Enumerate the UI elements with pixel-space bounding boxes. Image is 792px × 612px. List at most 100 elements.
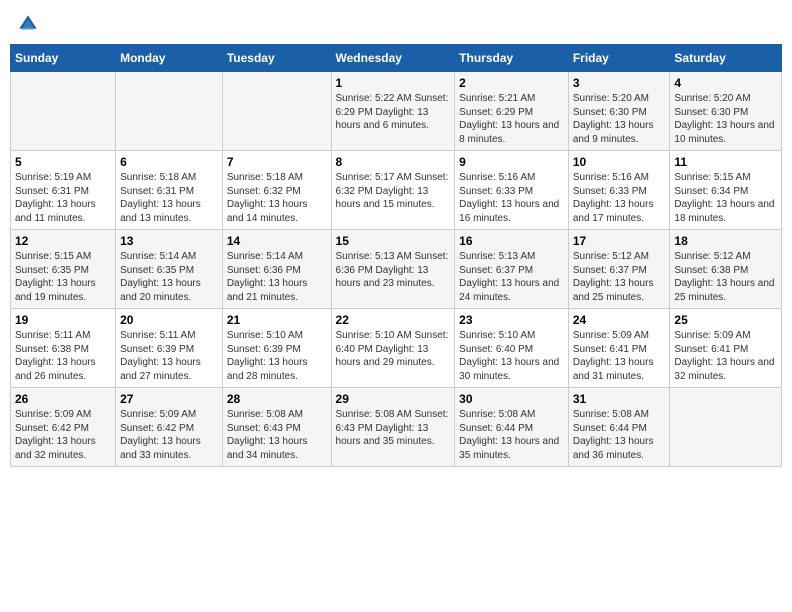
calendar-table: SundayMondayTuesdayWednesdayThursdayFrid…	[10, 44, 782, 467]
calendar-week-4: 19 Sunrise: 5:11 AM Sunset: 6:38 PM Dayli…	[11, 309, 782, 388]
day-number: 21	[227, 313, 327, 327]
day-detail: Sunrise: 5:14 AM Sunset: 6:35 PM Dayligh…	[120, 250, 218, 304]
day-number: 23	[459, 313, 564, 327]
logo-icon	[18, 14, 38, 34]
calendar-week-2: 5Sunrise: 5:19 AM Sunset: 6:31 PM Daylig…	[11, 151, 782, 230]
day-number: 16	[459, 234, 564, 248]
calendar-cell: 10Sunrise: 5:16 AM Sunset: 6:33 PM Dayli…	[568, 151, 670, 230]
day-detail: Sunrise: 5:18 AM Sunset: 6:31 PM Dayligh…	[120, 171, 218, 225]
day-detail: Sunrise: 5:18 AM Sunset: 6:32 PM Dayligh…	[227, 171, 327, 225]
calendar-cell: 22 Sunrise: 5:10 AM Sunset: 6:40 PM Dayli…	[331, 309, 455, 388]
calendar-cell: 23 Sunrise: 5:10 AM Sunset: 6:40 PM Dayli…	[455, 309, 569, 388]
calendar-cell: 16 Sunrise: 5:13 AM Sunset: 6:37 PM Dayli…	[455, 230, 569, 309]
calendar-cell: 18 Sunrise: 5:12 AM Sunset: 6:38 PM Dayli…	[670, 230, 782, 309]
day-detail: Sunrise: 5:08 AM Sunset: 6:43 PM Dayligh…	[336, 408, 451, 449]
day-number: 17	[573, 234, 666, 248]
weekday-header-saturday: Saturday	[670, 45, 782, 72]
day-number: 30	[459, 392, 564, 406]
weekday-header-sunday: Sunday	[11, 45, 116, 72]
day-detail: Sunrise: 5:19 AM Sunset: 6:31 PM Dayligh…	[15, 171, 111, 225]
day-number: 22	[336, 313, 451, 327]
calendar-cell: 25Sunrise: 5:09 AM Sunset: 6:41 PM Dayli…	[670, 309, 782, 388]
calendar-week-1: 1 Sunrise: 5:22 AM Sunset: 6:29 PM Daylig…	[11, 72, 782, 151]
calendar-week-3: 12 Sunrise: 5:15 AM Sunset: 6:35 PM Dayli…	[11, 230, 782, 309]
day-detail: Sunrise: 5:12 AM Sunset: 6:37 PM Dayligh…	[573, 250, 666, 304]
day-number: 31	[573, 392, 666, 406]
calendar-cell: 12 Sunrise: 5:15 AM Sunset: 6:35 PM Dayli…	[11, 230, 116, 309]
logo	[18, 14, 40, 34]
day-detail: Sunrise: 5:08 AM Sunset: 6:44 PM Dayligh…	[573, 408, 666, 462]
day-number: 12	[15, 234, 111, 248]
day-detail: Sunrise: 5:16 AM Sunset: 6:33 PM Dayligh…	[459, 171, 564, 225]
calendar-cell: 13 Sunrise: 5:14 AM Sunset: 6:35 PM Dayli…	[116, 230, 223, 309]
calendar-cell	[670, 388, 782, 467]
day-number: 24	[573, 313, 666, 327]
calendar-cell: 14 Sunrise: 5:14 AM Sunset: 6:36 PM Dayli…	[222, 230, 331, 309]
calendar-cell: 17 Sunrise: 5:12 AM Sunset: 6:37 PM Dayli…	[568, 230, 670, 309]
calendar-cell: 4Sunrise: 5:20 AM Sunset: 6:30 PM Daylig…	[670, 72, 782, 151]
calendar-cell: 24 Sunrise: 5:09 AM Sunset: 6:41 PM Dayli…	[568, 309, 670, 388]
day-detail: Sunrise: 5:11 AM Sunset: 6:38 PM Dayligh…	[15, 329, 111, 383]
calendar-cell: 3 Sunrise: 5:20 AM Sunset: 6:30 PM Daylig…	[568, 72, 670, 151]
calendar-body: 1 Sunrise: 5:22 AM Sunset: 6:29 PM Daylig…	[11, 72, 782, 467]
weekday-header-thursday: Thursday	[455, 45, 569, 72]
calendar-cell: 8 Sunrise: 5:17 AM Sunset: 6:32 PM Daylig…	[331, 151, 455, 230]
day-number: 20	[120, 313, 218, 327]
day-detail: Sunrise: 5:08 AM Sunset: 6:43 PM Dayligh…	[227, 408, 327, 462]
calendar-cell: 29 Sunrise: 5:08 AM Sunset: 6:43 PM Dayli…	[331, 388, 455, 467]
calendar-cell: 30 Sunrise: 5:08 AM Sunset: 6:44 PM Dayli…	[455, 388, 569, 467]
calendar-cell: 26 Sunrise: 5:09 AM Sunset: 6:42 PM Dayli…	[11, 388, 116, 467]
day-detail: Sunrise: 5:10 AM Sunset: 6:40 PM Dayligh…	[336, 329, 451, 370]
page-header	[10, 10, 782, 38]
day-detail: Sunrise: 5:10 AM Sunset: 6:39 PM Dayligh…	[227, 329, 327, 383]
calendar-cell	[11, 72, 116, 151]
day-number: 14	[227, 234, 327, 248]
day-detail: Sunrise: 5:09 AM Sunset: 6:42 PM Dayligh…	[120, 408, 218, 462]
day-detail: Sunrise: 5:10 AM Sunset: 6:40 PM Dayligh…	[459, 329, 564, 383]
calendar-cell: 1 Sunrise: 5:22 AM Sunset: 6:29 PM Daylig…	[331, 72, 455, 151]
day-detail: Sunrise: 5:13 AM Sunset: 6:36 PM Dayligh…	[336, 250, 451, 291]
calendar-cell: 7 Sunrise: 5:18 AM Sunset: 6:32 PM Daylig…	[222, 151, 331, 230]
day-number: 3	[573, 76, 666, 90]
day-detail: Sunrise: 5:15 AM Sunset: 6:34 PM Dayligh…	[674, 171, 777, 225]
calendar-cell: 15 Sunrise: 5:13 AM Sunset: 6:36 PM Dayli…	[331, 230, 455, 309]
day-number: 7	[227, 155, 327, 169]
day-number: 18	[674, 234, 777, 248]
day-number: 29	[336, 392, 451, 406]
calendar-cell: 20 Sunrise: 5:11 AM Sunset: 6:39 PM Dayli…	[116, 309, 223, 388]
calendar-cell: 21 Sunrise: 5:10 AM Sunset: 6:39 PM Dayli…	[222, 309, 331, 388]
day-detail: Sunrise: 5:15 AM Sunset: 6:35 PM Dayligh…	[15, 250, 111, 304]
day-detail: Sunrise: 5:09 AM Sunset: 6:41 PM Dayligh…	[573, 329, 666, 383]
weekday-header-tuesday: Tuesday	[222, 45, 331, 72]
day-number: 26	[15, 392, 111, 406]
day-number: 4	[674, 76, 777, 90]
weekday-header-friday: Friday	[568, 45, 670, 72]
weekday-header-wednesday: Wednesday	[331, 45, 455, 72]
calendar-cell: 11Sunrise: 5:15 AM Sunset: 6:34 PM Dayli…	[670, 151, 782, 230]
day-detail: Sunrise: 5:09 AM Sunset: 6:41 PM Dayligh…	[674, 329, 777, 383]
day-number: 15	[336, 234, 451, 248]
day-detail: Sunrise: 5:11 AM Sunset: 6:39 PM Dayligh…	[120, 329, 218, 383]
day-detail: Sunrise: 5:12 AM Sunset: 6:38 PM Dayligh…	[674, 250, 777, 304]
day-detail: Sunrise: 5:09 AM Sunset: 6:42 PM Dayligh…	[15, 408, 111, 462]
calendar-week-5: 26 Sunrise: 5:09 AM Sunset: 6:42 PM Dayli…	[11, 388, 782, 467]
day-number: 1	[336, 76, 451, 90]
day-detail: Sunrise: 5:22 AM Sunset: 6:29 PM Dayligh…	[336, 92, 451, 133]
day-number: 13	[120, 234, 218, 248]
calendar-cell	[116, 72, 223, 151]
calendar-cell: 31 Sunrise: 5:08 AM Sunset: 6:44 PM Dayli…	[568, 388, 670, 467]
day-number: 27	[120, 392, 218, 406]
day-detail: Sunrise: 5:14 AM Sunset: 6:36 PM Dayligh…	[227, 250, 327, 304]
calendar-cell: 19 Sunrise: 5:11 AM Sunset: 6:38 PM Dayli…	[11, 309, 116, 388]
day-number: 6	[120, 155, 218, 169]
calendar-cell: 2Sunrise: 5:21 AM Sunset: 6:29 PM Daylig…	[455, 72, 569, 151]
day-detail: Sunrise: 5:13 AM Sunset: 6:37 PM Dayligh…	[459, 250, 564, 304]
day-detail: Sunrise: 5:20 AM Sunset: 6:30 PM Dayligh…	[573, 92, 666, 146]
day-number: 8	[336, 155, 451, 169]
calendar-cell: 9Sunrise: 5:16 AM Sunset: 6:33 PM Daylig…	[455, 151, 569, 230]
day-detail: Sunrise: 5:17 AM Sunset: 6:32 PM Dayligh…	[336, 171, 451, 212]
calendar-cell: 5Sunrise: 5:19 AM Sunset: 6:31 PM Daylig…	[11, 151, 116, 230]
day-detail: Sunrise: 5:08 AM Sunset: 6:44 PM Dayligh…	[459, 408, 564, 462]
calendar-cell: 6 Sunrise: 5:18 AM Sunset: 6:31 PM Daylig…	[116, 151, 223, 230]
day-number: 19	[15, 313, 111, 327]
